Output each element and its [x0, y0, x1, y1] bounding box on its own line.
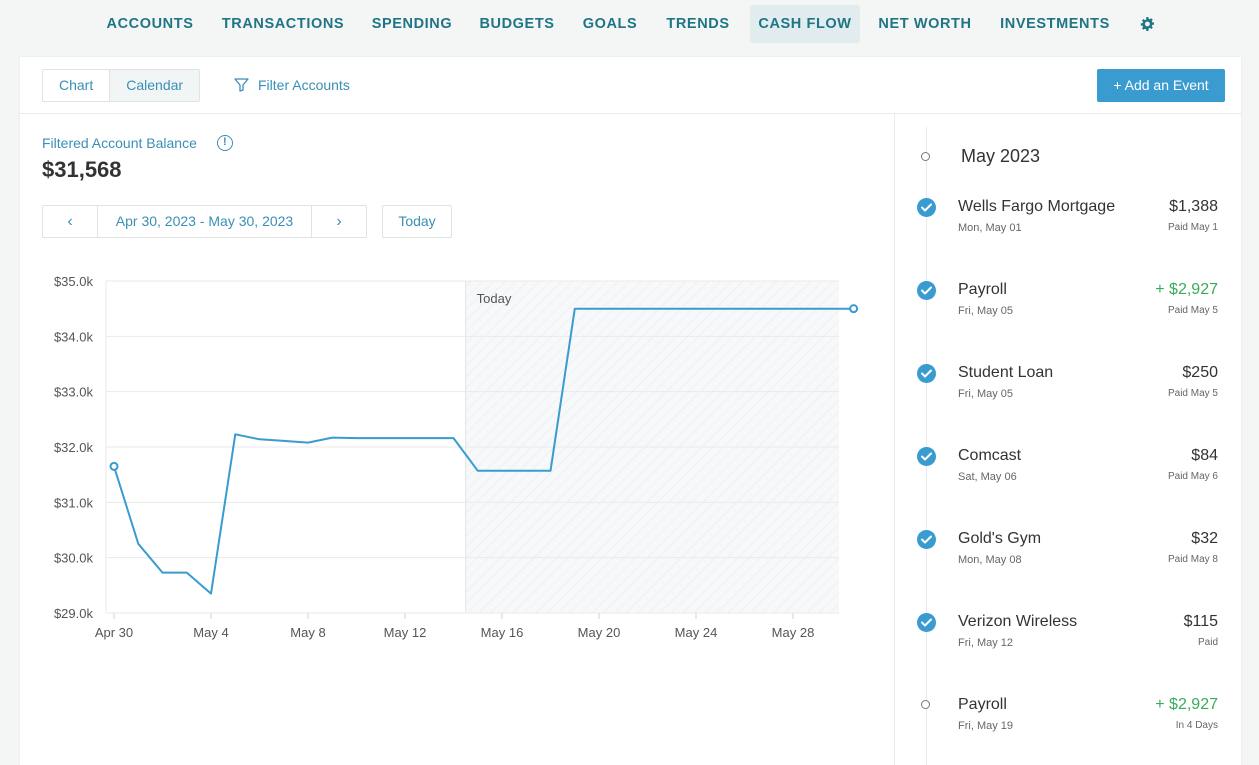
event-amount: + $2,927: [1155, 696, 1218, 713]
info-icon[interactable]: !: [216, 135, 233, 151]
nav-accounts[interactable]: ACCOUNTS: [97, 5, 203, 43]
y-tick-label: $31.0k: [54, 495, 94, 510]
today-button[interactable]: Today: [382, 205, 452, 238]
x-tick-label: May 16: [481, 625, 524, 640]
top-navigation: ACCOUNTS TRANSACTIONS SPENDING BUDGETS G…: [0, 0, 1259, 48]
event-date: Mon, May 08: [958, 554, 1022, 566]
y-tick-label: $32.0k: [54, 440, 94, 455]
paid-check-icon: [917, 281, 936, 300]
y-tick-label: $35.0k: [54, 274, 94, 289]
nav-budgets[interactable]: BUDGETS: [473, 5, 561, 43]
event-status: In 4 Days: [1175, 720, 1218, 731]
paid-check-icon: [917, 198, 936, 217]
paid-check-icon: [917, 447, 936, 466]
funnel-icon: [234, 78, 249, 92]
event-name: Student Loan: [958, 364, 1054, 381]
view-toggle: Chart Calendar: [42, 69, 201, 102]
timeline-month: May 2023: [961, 146, 1041, 166]
event-date: Fri, May 12: [958, 637, 1014, 649]
start-point[interactable]: [109, 461, 119, 471]
event-status: Paid: [1197, 637, 1218, 648]
x-tick-label: May 28: [772, 625, 815, 640]
event-amount: + $2,927: [1155, 281, 1218, 298]
date-range-display[interactable]: Apr 30, 2023 - May 30, 2023: [97, 206, 312, 237]
x-tick-label: May 4: [193, 625, 228, 640]
event-name: Gold's Gym: [958, 530, 1042, 547]
paid-check-icon: [917, 364, 936, 383]
y-tick-label: $30.0k: [54, 551, 94, 566]
event-amount: $32: [1191, 530, 1218, 547]
add-event-button[interactable]: + Add an Event: [1097, 69, 1225, 102]
nav-net-worth[interactable]: NET WORTH: [872, 5, 978, 43]
chart-view-button[interactable]: Chart: [43, 70, 109, 101]
filter-accounts-label: Filter Accounts: [258, 77, 350, 93]
timeline-line: [926, 127, 927, 765]
paid-check-icon: [917, 613, 936, 632]
end-point[interactable]: [849, 304, 859, 314]
event-status: Paid May 8: [1167, 554, 1218, 565]
nav-spending[interactable]: SPENDING: [364, 5, 460, 43]
balance-line-chart: Today $29.0k $30.0k $31.0k $32.0k $33.0k $34.…: [54, 274, 859, 640]
gear-icon[interactable]: [1139, 16, 1155, 32]
pending-event-icon: [921, 700, 930, 709]
event-status: Paid May 1: [1167, 222, 1218, 233]
x-tick-label: Apr 30: [95, 625, 133, 640]
event-name: Comcast: [958, 447, 1022, 464]
nav-goals[interactable]: GOALS: [575, 5, 645, 43]
event-name: Wells Fargo Mortgage: [958, 198, 1116, 215]
x-tick-label: May 20: [578, 625, 621, 640]
event-amount: $250: [1182, 364, 1218, 381]
event-name: Verizon Wireless: [958, 613, 1078, 630]
filter-accounts-button[interactable]: Filter Accounts: [234, 77, 350, 93]
y-tick-label: $34.0k: [54, 329, 94, 344]
y-tick-label: $29.0k: [54, 606, 94, 621]
event-date: Fri, May 05: [958, 388, 1014, 400]
event-name: Payroll: [958, 281, 1007, 298]
month-marker-icon: [921, 152, 930, 161]
panel-divider: [894, 114, 895, 765]
event-date: Fri, May 19: [958, 720, 1014, 732]
x-tick-label: May 24: [675, 625, 718, 640]
nav-trends[interactable]: TRENDS: [659, 5, 737, 43]
event-status: Paid May 5: [1167, 388, 1218, 399]
event-amount: $84: [1191, 447, 1218, 464]
balance-label: Filtered Account Balance: [42, 135, 197, 151]
event-status: Paid May 5: [1167, 305, 1218, 316]
nav-transactions[interactable]: TRANSACTIONS: [215, 5, 351, 43]
balance-label-row: Filtered Account Balance !: [42, 135, 233, 151]
x-tick-label: May 12: [384, 625, 427, 640]
date-range-navigator: ‹ Apr 30, 2023 - May 30, 2023 ›: [42, 205, 367, 238]
next-period-button[interactable]: ›: [312, 206, 366, 237]
x-tick-label: May 8: [290, 625, 325, 640]
paid-check-icon: [917, 530, 936, 549]
calendar-view-button[interactable]: Calendar: [109, 70, 200, 101]
nav-cash-flow[interactable]: CASH FLOW: [750, 5, 860, 43]
event-date: Sat, May 06: [958, 471, 1017, 483]
event-amount: $1,388: [1169, 198, 1218, 215]
event-name: Payroll: [958, 696, 1007, 713]
y-tick-label: $33.0k: [54, 385, 94, 400]
event-date: Mon, May 01: [958, 222, 1022, 234]
nav-investments[interactable]: INVESTMENTS: [992, 5, 1118, 43]
balance-value: $31,568: [42, 157, 122, 182]
event-date: Fri, May 05: [958, 305, 1014, 317]
today-marker-label: Today: [477, 291, 512, 306]
cash-flow-card: Chart Calendar Filter Accounts + Add an …: [20, 57, 1241, 765]
event-amount: $115: [1183, 613, 1218, 630]
prev-period-button[interactable]: ‹: [43, 206, 97, 237]
toolbar: Chart Calendar Filter Accounts + Add an …: [20, 57, 1241, 114]
event-status: Paid May 6: [1167, 471, 1218, 482]
